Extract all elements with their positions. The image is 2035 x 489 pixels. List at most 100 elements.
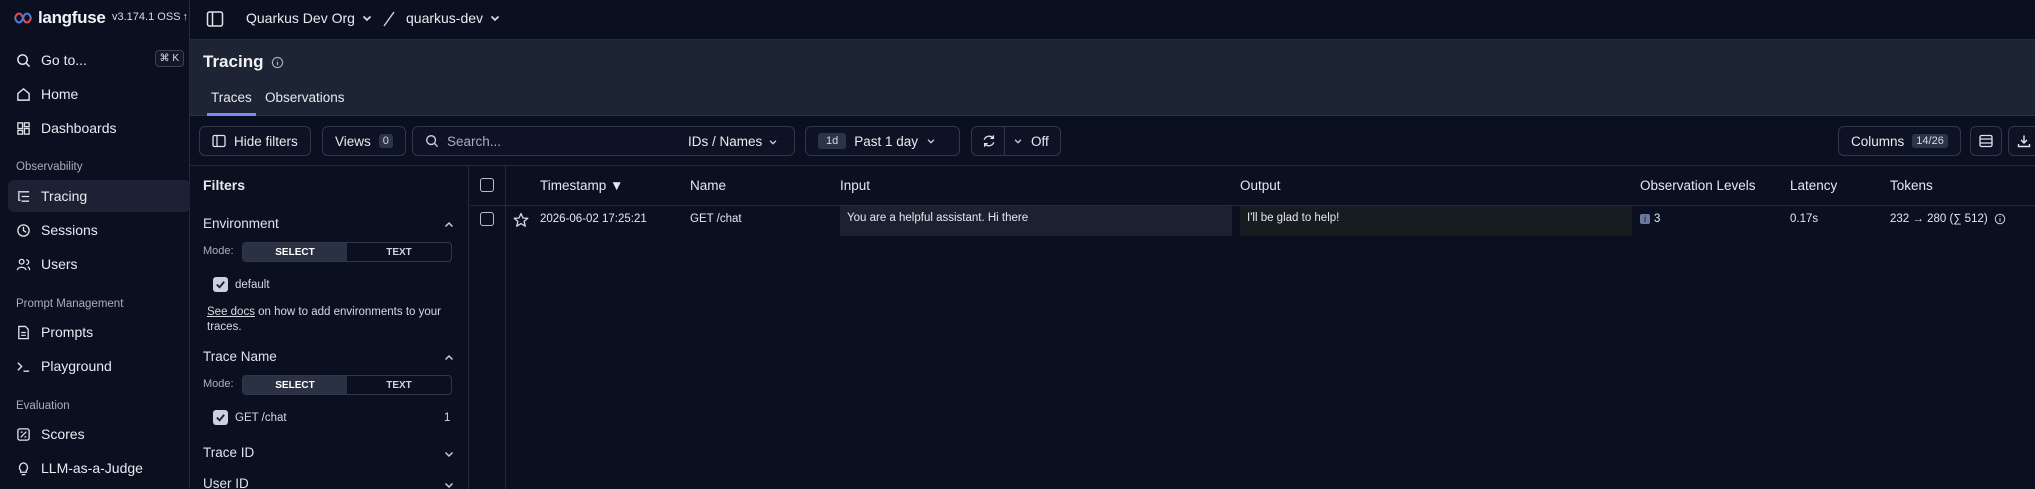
sidebar-toggle-icon[interactable]: [206, 10, 224, 28]
org-selector[interactable]: Quarkus Dev Org: [246, 10, 373, 26]
row-observation-levels: i 3: [1640, 213, 1660, 225]
rows-icon: [1979, 134, 1993, 148]
mode-select-option[interactable]: SELECT: [243, 243, 347, 261]
sidebar-item-label: Playground: [41, 358, 112, 374]
header-observation-levels[interactable]: Observation Levels: [1640, 178, 1756, 193]
environment-mode-toggle[interactable]: SELECT TEXT: [242, 242, 452, 262]
sidebar-item-llm-as-a-judge[interactable]: LLM-as-a-Judge: [8, 452, 190, 484]
auto-refresh-select[interactable]: Off: [971, 126, 1061, 156]
mode-text-option[interactable]: TEXT: [347, 376, 451, 394]
sidebar-item-label: Tracing: [41, 188, 88, 204]
filter-trace-name-title[interactable]: Trace Name: [203, 349, 277, 364]
clock-icon: [17, 223, 30, 237]
download-icon: [2017, 135, 2031, 148]
mode-text-option[interactable]: TEXT: [347, 243, 451, 261]
header-latency[interactable]: Latency: [1790, 178, 1837, 193]
version-text: v3.174.1 OSS: [112, 11, 181, 23]
sidebar-item-label: Home: [41, 86, 79, 102]
chevron-up-icon[interactable]: [443, 219, 455, 231]
chevron-down-icon[interactable]: [443, 479, 455, 489]
filter-user-id-title[interactable]: User ID: [203, 476, 249, 489]
download-button[interactable]: [2008, 126, 2035, 156]
section-observability: Observability: [16, 161, 83, 173]
chevron-down-icon: [362, 15, 372, 22]
project-selector[interactable]: quarkus-dev: [406, 10, 501, 26]
sidebar-item-dashboards[interactable]: Dashboards: [8, 112, 190, 144]
sidebar-item-label: Prompts: [41, 324, 94, 340]
row-name: GET /chat: [690, 213, 742, 225]
panel-left-icon: [212, 134, 226, 148]
chevron-down-icon[interactable]: [443, 448, 455, 460]
star-icon[interactable]: [513, 212, 529, 228]
page-header: Tracing Traces Observations: [190, 40, 2035, 116]
row-timestamp: 2026-06-02 17:25:21: [540, 213, 647, 225]
sidebar-item-users[interactable]: Users: [8, 248, 190, 280]
search-icon: [17, 53, 31, 67]
home-icon: [17, 87, 30, 101]
mode-select-option[interactable]: SELECT: [243, 376, 347, 394]
level-count: 3: [1654, 213, 1661, 225]
refresh-icon: [983, 135, 995, 147]
header-name[interactable]: Name: [690, 178, 726, 193]
hide-filters-button[interactable]: Hide filters: [199, 126, 311, 156]
header-output[interactable]: Output: [1240, 178, 1281, 193]
level-badge: i: [1640, 214, 1650, 224]
project-name: quarkus-dev: [406, 10, 484, 26]
sidebar-item-sessions[interactable]: Sessions: [8, 214, 190, 246]
chevron-up-icon[interactable]: [443, 352, 455, 364]
score-icon: [17, 427, 30, 441]
header-input[interactable]: Input: [840, 178, 870, 193]
sidebar-item-label: LLM-as-a-Judge: [41, 460, 143, 476]
row-tokens: 232 → 280 (∑ 512): [1890, 213, 2006, 225]
filters-panel: Filters Environment Mode: SELECT TEXT de…: [190, 165, 469, 489]
row-height-button[interactable]: [1970, 126, 2002, 156]
filter-environment-title[interactable]: Environment: [203, 216, 279, 231]
sidebar-item-label: Sessions: [41, 222, 98, 238]
logo[interactable]: langfuse: [14, 8, 106, 28]
traces-table: Timestamp ▼ Name Input Output Observatio…: [470, 165, 2035, 489]
sidebar-item-home[interactable]: Home: [8, 78, 190, 110]
mode-label: Mode:: [203, 378, 234, 390]
select-all-checkbox[interactable]: [480, 178, 494, 192]
trace-name-mode-toggle[interactable]: SELECT TEXT: [242, 375, 452, 395]
header-tokens[interactable]: Tokens: [1890, 178, 1933, 193]
sidebar-item-tracing[interactable]: Tracing: [8, 180, 190, 212]
sidebar-item-scores[interactable]: Scores: [8, 418, 190, 450]
search-bar[interactable]: Search... IDs / Names: [412, 126, 795, 156]
search-input[interactable]: Search...: [447, 134, 501, 149]
search-scope-select[interactable]: IDs / Names: [688, 134, 778, 149]
top-bar: Quarkus Dev Org quarkus-dev: [190, 0, 2035, 40]
filter-trace-id-title[interactable]: Trace ID: [203, 445, 254, 460]
arrow-up-icon: ↑: [182, 11, 189, 23]
views-button[interactable]: Views 0: [322, 126, 406, 156]
org-name: Quarkus Dev Org: [246, 10, 355, 26]
tab-observations[interactable]: Observations: [261, 90, 349, 116]
columns-label: Columns: [1851, 133, 1905, 149]
auto-refresh-label: Off: [1031, 133, 1049, 149]
header-timestamp[interactable]: Timestamp ▼: [540, 178, 623, 193]
sidebar-item-label: Users: [41, 256, 78, 272]
row-checkbox[interactable]: [480, 212, 494, 226]
time-range-label: Past 1 day: [854, 133, 919, 149]
columns-button[interactable]: Columns 14/26: [1838, 126, 1961, 156]
sidebar: langfuse v3.174.1 OSS ↑ Go to... ⌘ K Hom…: [0, 0, 190, 489]
chevron-down-icon: [1014, 139, 1022, 144]
environment-default-label: default: [235, 279, 270, 291]
environment-default-checkbox[interactable]: [213, 277, 228, 292]
version-label[interactable]: v3.174.1 OSS ↑: [112, 11, 188, 23]
info-icon[interactable]: [1994, 213, 2006, 225]
users-icon: [16, 258, 31, 270]
tab-traces[interactable]: Traces: [207, 90, 256, 116]
see-docs-link[interactable]: See docs: [207, 306, 255, 318]
trace-name-get-chat-checkbox[interactable]: [213, 410, 228, 425]
sidebar-item-prompts[interactable]: Prompts: [8, 316, 190, 348]
goto-button[interactable]: Go to... ⌘ K: [8, 44, 190, 76]
list-tree-icon: [17, 190, 30, 202]
divider: [505, 165, 506, 489]
info-icon[interactable]: [271, 56, 284, 69]
chevron-down-icon: [769, 139, 777, 145]
sidebar-item-playground[interactable]: Playground: [8, 350, 190, 382]
time-range-select[interactable]: 1d Past 1 day: [805, 126, 960, 156]
divider: [1004, 126, 1005, 156]
chevron-down-icon: [927, 139, 935, 144]
